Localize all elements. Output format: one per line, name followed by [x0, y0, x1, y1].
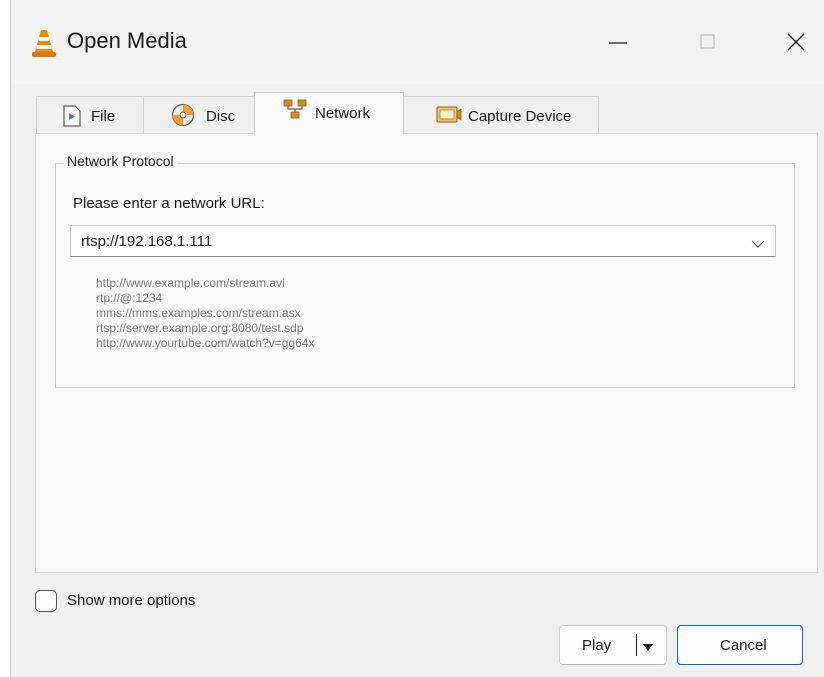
tab-capture-device[interactable]: Capture Device: [403, 96, 599, 134]
tab-disc[interactable]: Disc: [143, 96, 255, 134]
minimize-button[interactable]: [589, 20, 649, 64]
network-tab-panel: Network Protocol Please enter a network …: [35, 133, 818, 573]
group-title: Network Protocol: [64, 153, 177, 169]
play-button[interactable]: Play: [559, 625, 667, 665]
url-example: http://www.example.com/stream.avi: [96, 276, 285, 290]
close-button[interactable]: [767, 20, 824, 64]
play-button-label: Play: [582, 637, 612, 654]
url-example: rtsp://server.example.org:8080/test.sdp: [96, 321, 304, 335]
network-url-input[interactable]: rtsp://192.168.1.111: [81, 233, 212, 250]
maximize-button[interactable]: [679, 20, 739, 64]
url-example: rtp://@:1234: [96, 291, 163, 305]
file-play-icon: [63, 105, 81, 131]
tab-capture-device-label: Capture Device: [468, 108, 572, 125]
show-more-options-label[interactable]: Show more options: [67, 592, 195, 609]
network-url-combobox[interactable]: rtsp://192.168.1.111: [70, 225, 776, 257]
capture-device-icon: [436, 105, 462, 129]
url-example: http://www.yourtube.com/watch?v=gg64x: [96, 336, 315, 350]
open-media-dialog: Open Media File Disc Network Capture Dev…: [10, 0, 824, 677]
network-protocol-group: Network Protocol Please enter a network …: [55, 153, 795, 388]
minimize-icon: [609, 42, 627, 44]
show-more-options-checkbox[interactable]: [35, 590, 57, 612]
tab-network[interactable]: Network: [254, 92, 404, 135]
tab-disc-label: Disc: [206, 108, 236, 125]
disc-icon: [171, 103, 195, 131]
window-title: Open Media: [67, 28, 187, 53]
network-icon: [283, 99, 307, 123]
url-label: Please enter a network URL:: [73, 195, 265, 212]
maximize-icon: [700, 34, 715, 49]
url-example: mms://mms.examples.com/stream.asx: [96, 306, 301, 320]
cancel-button-label: Cancel: [720, 637, 767, 654]
cancel-button[interactable]: Cancel: [677, 625, 803, 665]
play-dropdown-arrow-icon[interactable]: [642, 640, 654, 658]
title-bar[interactable]: Open Media: [11, 0, 824, 84]
chevron-down-icon[interactable]: [751, 236, 765, 254]
tab-file-label: File: [91, 108, 116, 125]
play-button-divider: [636, 634, 637, 656]
close-icon: [787, 33, 805, 51]
tab-file[interactable]: File: [36, 96, 144, 134]
vlc-cone-icon: [31, 28, 57, 58]
tab-network-label: Network: [315, 105, 371, 122]
url-examples: http://www.example.com/stream.avi rtp://…: [96, 276, 314, 351]
